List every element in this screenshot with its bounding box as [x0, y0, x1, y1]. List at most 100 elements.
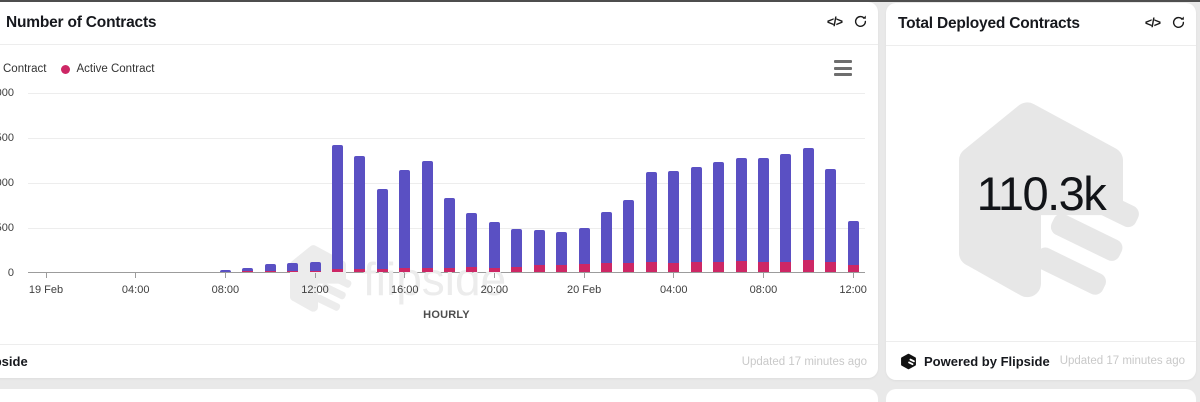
powered-by-label[interactable]: Powered by Flipside: [0, 354, 28, 369]
bar-19-Feb-18-00[interactable]: [444, 198, 455, 272]
legend-item-active-contract[interactable]: Active Contract: [61, 63, 154, 75]
next-row-card-right: [886, 389, 1196, 402]
bar-20-Feb-11-00[interactable]: [825, 169, 836, 272]
x-axis-tick: [494, 273, 495, 278]
bar-19-Feb-20-00[interactable]: [489, 222, 500, 272]
bar-19-Feb-19-00[interactable]: [466, 213, 477, 272]
refresh-icon[interactable]: [1171, 15, 1186, 30]
bar-segment-active-contract: [825, 262, 836, 272]
x-axis-tick: [135, 273, 136, 278]
embed-code-icon[interactable]: </>: [1145, 16, 1160, 30]
bar-segment-contract: [466, 213, 477, 267]
bar-segment-contract: [265, 264, 276, 271]
bar-segment-active-contract: [422, 268, 433, 272]
total-deployed-contracts-card: Total Deployed Contracts </> 110.3k Powe…: [886, 3, 1196, 380]
bar-segment-active-contract: [758, 262, 769, 272]
bar-19-Feb-21-00[interactable]: [511, 229, 522, 272]
bar-segment-contract: [758, 158, 769, 262]
x-axis-tick: [584, 273, 585, 278]
bar-segment-contract: [354, 156, 365, 269]
card-title: Total Deployed Contracts: [898, 15, 1080, 33]
bar-segment-contract: [579, 228, 590, 264]
bar-segment-contract: [489, 222, 500, 268]
powered-by-label[interactable]: Powered by Flipside: [924, 354, 1050, 369]
bar-segment-active-contract: [444, 268, 455, 272]
bar-segment-contract: [803, 148, 814, 261]
bar-19-Feb-17-00[interactable]: [422, 161, 433, 272]
bar-segment-contract: [220, 270, 231, 272]
bar-20-Feb-00-00[interactable]: [579, 228, 590, 272]
x-axis-label: 08:00: [193, 284, 257, 296]
y-axis-label: 1,500: [0, 132, 14, 144]
number-of-contracts-card: Number of Contracts </> Contract Active C…: [0, 2, 878, 378]
bar-20-Feb-12-00[interactable]: [848, 221, 859, 272]
bar-segment-active-contract: [399, 268, 410, 272]
bar-segment-contract: [556, 232, 567, 265]
updated-timestamp: Updated 17 minutes ago: [1060, 355, 1185, 367]
bar-20-Feb-04-00[interactable]: [668, 171, 679, 272]
x-axis-label: 19 Feb: [14, 284, 78, 296]
embed-code-icon[interactable]: </>: [827, 15, 842, 29]
gridline: [28, 93, 865, 94]
bar-20-Feb-01-00[interactable]: [601, 212, 612, 272]
x-axis-label: 20 Feb: [552, 284, 616, 296]
y-axis-label: 0: [0, 267, 14, 279]
bar-19-Feb-15-00[interactable]: [377, 189, 388, 272]
bar-segment-active-contract: [848, 265, 859, 272]
x-axis-tick: [404, 273, 405, 278]
x-axis-tick: [315, 273, 316, 278]
bar-segment-active-contract: [803, 260, 814, 272]
bar-19-Feb-22-00[interactable]: [534, 230, 545, 272]
bar-20-Feb-10-00[interactable]: [803, 148, 814, 272]
refresh-icon[interactable]: [853, 14, 868, 29]
chart-context-menu-icon[interactable]: [834, 60, 852, 76]
y-axis-label: 500: [0, 222, 14, 234]
bar-segment-contract: [825, 169, 836, 262]
bar-19-Feb-11-00[interactable]: [287, 263, 298, 272]
bar-20-Feb-05-00[interactable]: [691, 167, 702, 272]
x-axis-label: 20:00: [462, 284, 526, 296]
bar-20-Feb-09-00[interactable]: [780, 154, 791, 272]
bar-20-Feb-07-00[interactable]: [736, 158, 747, 272]
bar-segment-contract: [736, 158, 747, 261]
legend-label: Contract: [3, 63, 46, 75]
bar-segment-active-contract: [511, 267, 522, 272]
bar-segment-active-contract: [736, 261, 747, 272]
legend-label: Active Contract: [76, 63, 154, 75]
bar-segment-contract: [691, 167, 702, 262]
bar-19-Feb-12-00[interactable]: [310, 262, 321, 272]
legend-item-contract[interactable]: Contract: [0, 63, 46, 75]
bar-20-Feb-08-00[interactable]: [758, 158, 769, 272]
bar-segment-contract: [377, 189, 388, 269]
bar-19-Feb-13-00[interactable]: [332, 145, 343, 272]
chart-legend: Contract Active Contract: [0, 63, 169, 75]
bar-19-Feb-10-00[interactable]: [265, 264, 276, 272]
bar-segment-contract: [623, 200, 634, 263]
bar-segment-contract: [399, 170, 410, 268]
bar-segment-active-contract: [623, 263, 634, 272]
legend-marker-icon: [61, 65, 70, 74]
y-axis-label: 1,000: [0, 177, 14, 189]
x-axis-tick: [853, 273, 854, 278]
bar-segment-active-contract: [713, 262, 724, 272]
bar-segment-contract: [848, 221, 859, 265]
bar-19-Feb-23-00[interactable]: [556, 232, 567, 272]
bar-20-Feb-03-00[interactable]: [646, 172, 657, 272]
bar-19-Feb-09-00[interactable]: [242, 268, 253, 272]
bar-19-Feb-16-00[interactable]: [399, 170, 410, 272]
card-title: Number of Contracts: [6, 14, 156, 32]
bar-segment-active-contract: [466, 267, 477, 272]
bar-19-Feb-14-00[interactable]: [354, 156, 365, 272]
bar-chart-plot-area: flipside 2,0001,5001,000500019 Feb04:000…: [28, 93, 865, 273]
x-axis-tick: [225, 273, 226, 278]
bar-segment-active-contract: [646, 262, 657, 272]
bar-segment-contract: [310, 262, 321, 271]
bar-20-Feb-02-00[interactable]: [623, 200, 634, 272]
bar-segment-active-contract: [242, 271, 253, 272]
bar-segment-contract: [444, 198, 455, 268]
bar-19-Feb-08-00[interactable]: [220, 270, 231, 272]
updated-timestamp: Updated 17 minutes ago: [742, 356, 867, 368]
bar-segment-active-contract: [780, 262, 791, 272]
bar-20-Feb-06-00[interactable]: [713, 162, 724, 272]
x-axis-title: HOURLY: [347, 309, 547, 321]
